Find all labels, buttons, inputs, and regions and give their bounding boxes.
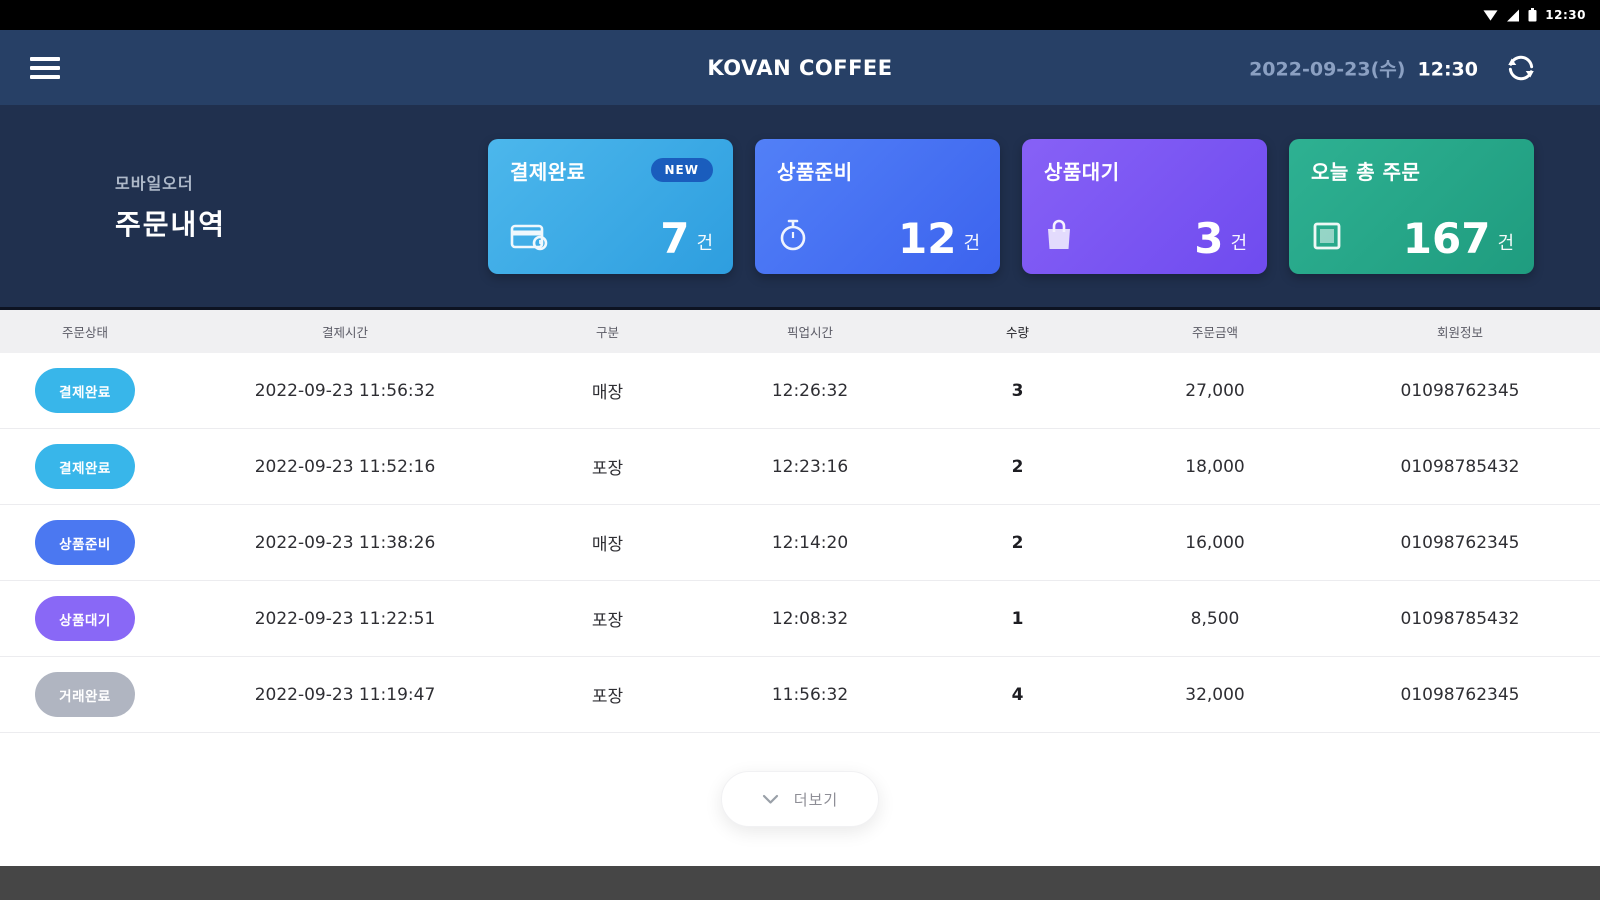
card-unit: 건 <box>696 232 713 254</box>
paid-time-cell: 2022-09-23 11:38:26 <box>254 532 436 553</box>
card-label: 상품준비 <box>777 159 853 184</box>
card-label: 상품대기 <box>1044 159 1120 184</box>
card-label: 결제완료 <box>510 159 586 184</box>
order-type-cell: 포장 <box>591 687 624 707</box>
stopwatch-icon <box>777 218 809 256</box>
credit-card-icon <box>510 222 548 256</box>
stat-cards: 결제완료 NEW 7 건 상품준비 12 건 상품대기 3 건 오늘 총 주문 … <box>488 138 1534 274</box>
card-unit: 건 <box>963 232 980 254</box>
col-amount: 주문금액 <box>1191 325 1238 340</box>
status-badge: 거래완료 <box>35 672 135 717</box>
card-count: 7 <box>660 213 690 263</box>
stat-card-waiting[interactable]: 상품대기 3 건 <box>1022 138 1267 274</box>
pickup-time-cell: 12:14:20 <box>771 532 849 553</box>
col-order-status: 주문상태 <box>61 325 108 340</box>
card-count: 3 <box>1194 213 1224 263</box>
table-row[interactable]: 상품대기 2022-09-23 11:22:51 포장 12:08:32 1 8… <box>0 581 1600 657</box>
header-time: 12:30 <box>1417 58 1478 80</box>
status-bar: 12:30 <box>0 0 1600 30</box>
app-title: KOVAN COFFEE <box>707 55 893 80</box>
status-badge: 결제완료 <box>35 444 135 489</box>
load-more-button[interactable]: 더보기 <box>721 771 879 827</box>
col-member-info: 회원정보 <box>1436 325 1483 340</box>
page-subtitle: 모바일오더 <box>115 173 194 193</box>
amount-cell: 8,500 <box>1190 608 1240 629</box>
page-title: 주문내역 <box>115 207 227 241</box>
amount-cell: 32,000 <box>1185 684 1245 705</box>
status-badge: 상품준비 <box>35 520 135 565</box>
amount-cell: 18,000 <box>1185 456 1245 477</box>
order-list-icon <box>1311 220 1343 256</box>
card-count: 167 <box>1402 213 1491 263</box>
table-row[interactable]: 상품준비 2022-09-23 11:38:26 매장 12:14:20 2 1… <box>0 505 1600 581</box>
page-heading: 모바일오더 주문내역 <box>0 170 370 243</box>
card-unit: 건 <box>1230 232 1247 254</box>
col-quantity: 수량 <box>1005 325 1029 340</box>
pickup-time-cell: 12:08:32 <box>771 608 849 629</box>
cellular-signal-icon <box>1506 9 1520 22</box>
chevron-down-icon <box>762 794 779 805</box>
paid-time-cell: 2022-09-23 11:22:51 <box>254 608 436 629</box>
paid-time-cell: 2022-09-23 11:52:16 <box>254 456 436 477</box>
table-row[interactable]: 거래완료 2022-09-23 11:19:47 포장 11:56:32 4 3… <box>0 657 1600 733</box>
new-badge: NEW <box>650 158 713 182</box>
member-cell: 01098762345 <box>1400 380 1520 401</box>
android-nav-strip <box>0 866 1600 900</box>
amount-cell: 16,000 <box>1185 532 1245 553</box>
status-badge: 결제완료 <box>35 368 135 413</box>
pickup-time-cell: 12:26:32 <box>771 380 849 401</box>
shopping-bag-icon <box>1044 218 1074 256</box>
header-datetime: 2022-09-23(수) 12:30 <box>1249 54 1478 81</box>
wifi-icon <box>1483 9 1498 22</box>
quantity-cell: 2 <box>1011 456 1024 477</box>
card-count: 12 <box>897 213 957 263</box>
card-unit: 건 <box>1497 232 1514 254</box>
stat-card-payment-complete[interactable]: 결제완료 NEW 7 건 <box>488 138 733 274</box>
quantity-cell: 3 <box>1011 380 1024 401</box>
card-label: 오늘 총 주문 <box>1311 159 1421 184</box>
refresh-button[interactable] <box>1504 51 1538 85</box>
quantity-cell: 4 <box>1011 684 1024 705</box>
status-badge: 상품대기 <box>35 596 135 641</box>
member-cell: 01098785432 <box>1400 608 1520 629</box>
col-payment-time: 결제시간 <box>321 325 368 340</box>
stat-card-total-orders[interactable]: 오늘 총 주문 167 건 <box>1289 138 1534 274</box>
member-cell: 01098762345 <box>1400 532 1520 553</box>
header-date: 2022-09-23(수) <box>1249 58 1406 80</box>
battery-icon <box>1528 8 1537 22</box>
table-row[interactable]: 결제완료 2022-09-23 11:56:32 매장 12:26:32 3 2… <box>0 353 1600 429</box>
quantity-cell: 1 <box>1011 608 1024 629</box>
order-type-cell: 포장 <box>591 459 624 479</box>
order-type-cell: 매장 <box>591 383 624 403</box>
order-type-cell: 매장 <box>591 535 624 555</box>
overview-section: 모바일오더 주문내역 결제완료 NEW 7 건 상품준비 12 건 상품대기 3… <box>0 105 1600 310</box>
status-bar-time: 12:30 <box>1545 8 1586 22</box>
paid-time-cell: 2022-09-23 11:56:32 <box>254 380 436 401</box>
load-more-label: 더보기 <box>793 790 839 809</box>
paid-time-cell: 2022-09-23 11:19:47 <box>254 684 436 705</box>
order-history-screen: 12:30 KOVAN COFFEE 2022-09-23(수) 12:30 모… <box>0 0 1600 900</box>
table-row[interactable]: 결제완료 2022-09-23 11:52:16 포장 12:23:16 2 1… <box>0 429 1600 505</box>
stat-card-preparing[interactable]: 상품준비 12 건 <box>755 138 1000 274</box>
pickup-time-cell: 11:56:32 <box>771 684 849 705</box>
hamburger-menu-button[interactable] <box>30 56 60 79</box>
col-order-type: 구분 <box>595 325 619 340</box>
order-type-cell: 포장 <box>591 611 624 631</box>
pickup-time-cell: 12:23:16 <box>771 456 849 477</box>
col-pickup-time: 픽업시간 <box>786 325 833 340</box>
member-cell: 01098785432 <box>1400 456 1520 477</box>
app-header: KOVAN COFFEE 2022-09-23(수) 12:30 <box>0 30 1600 105</box>
quantity-cell: 2 <box>1011 532 1024 553</box>
member-cell: 01098762345 <box>1400 684 1520 705</box>
table-header: 주문상태 결제시간 구분 픽업시간 수량 주문금액 회원정보 <box>0 310 1600 353</box>
amount-cell: 27,000 <box>1185 380 1245 401</box>
